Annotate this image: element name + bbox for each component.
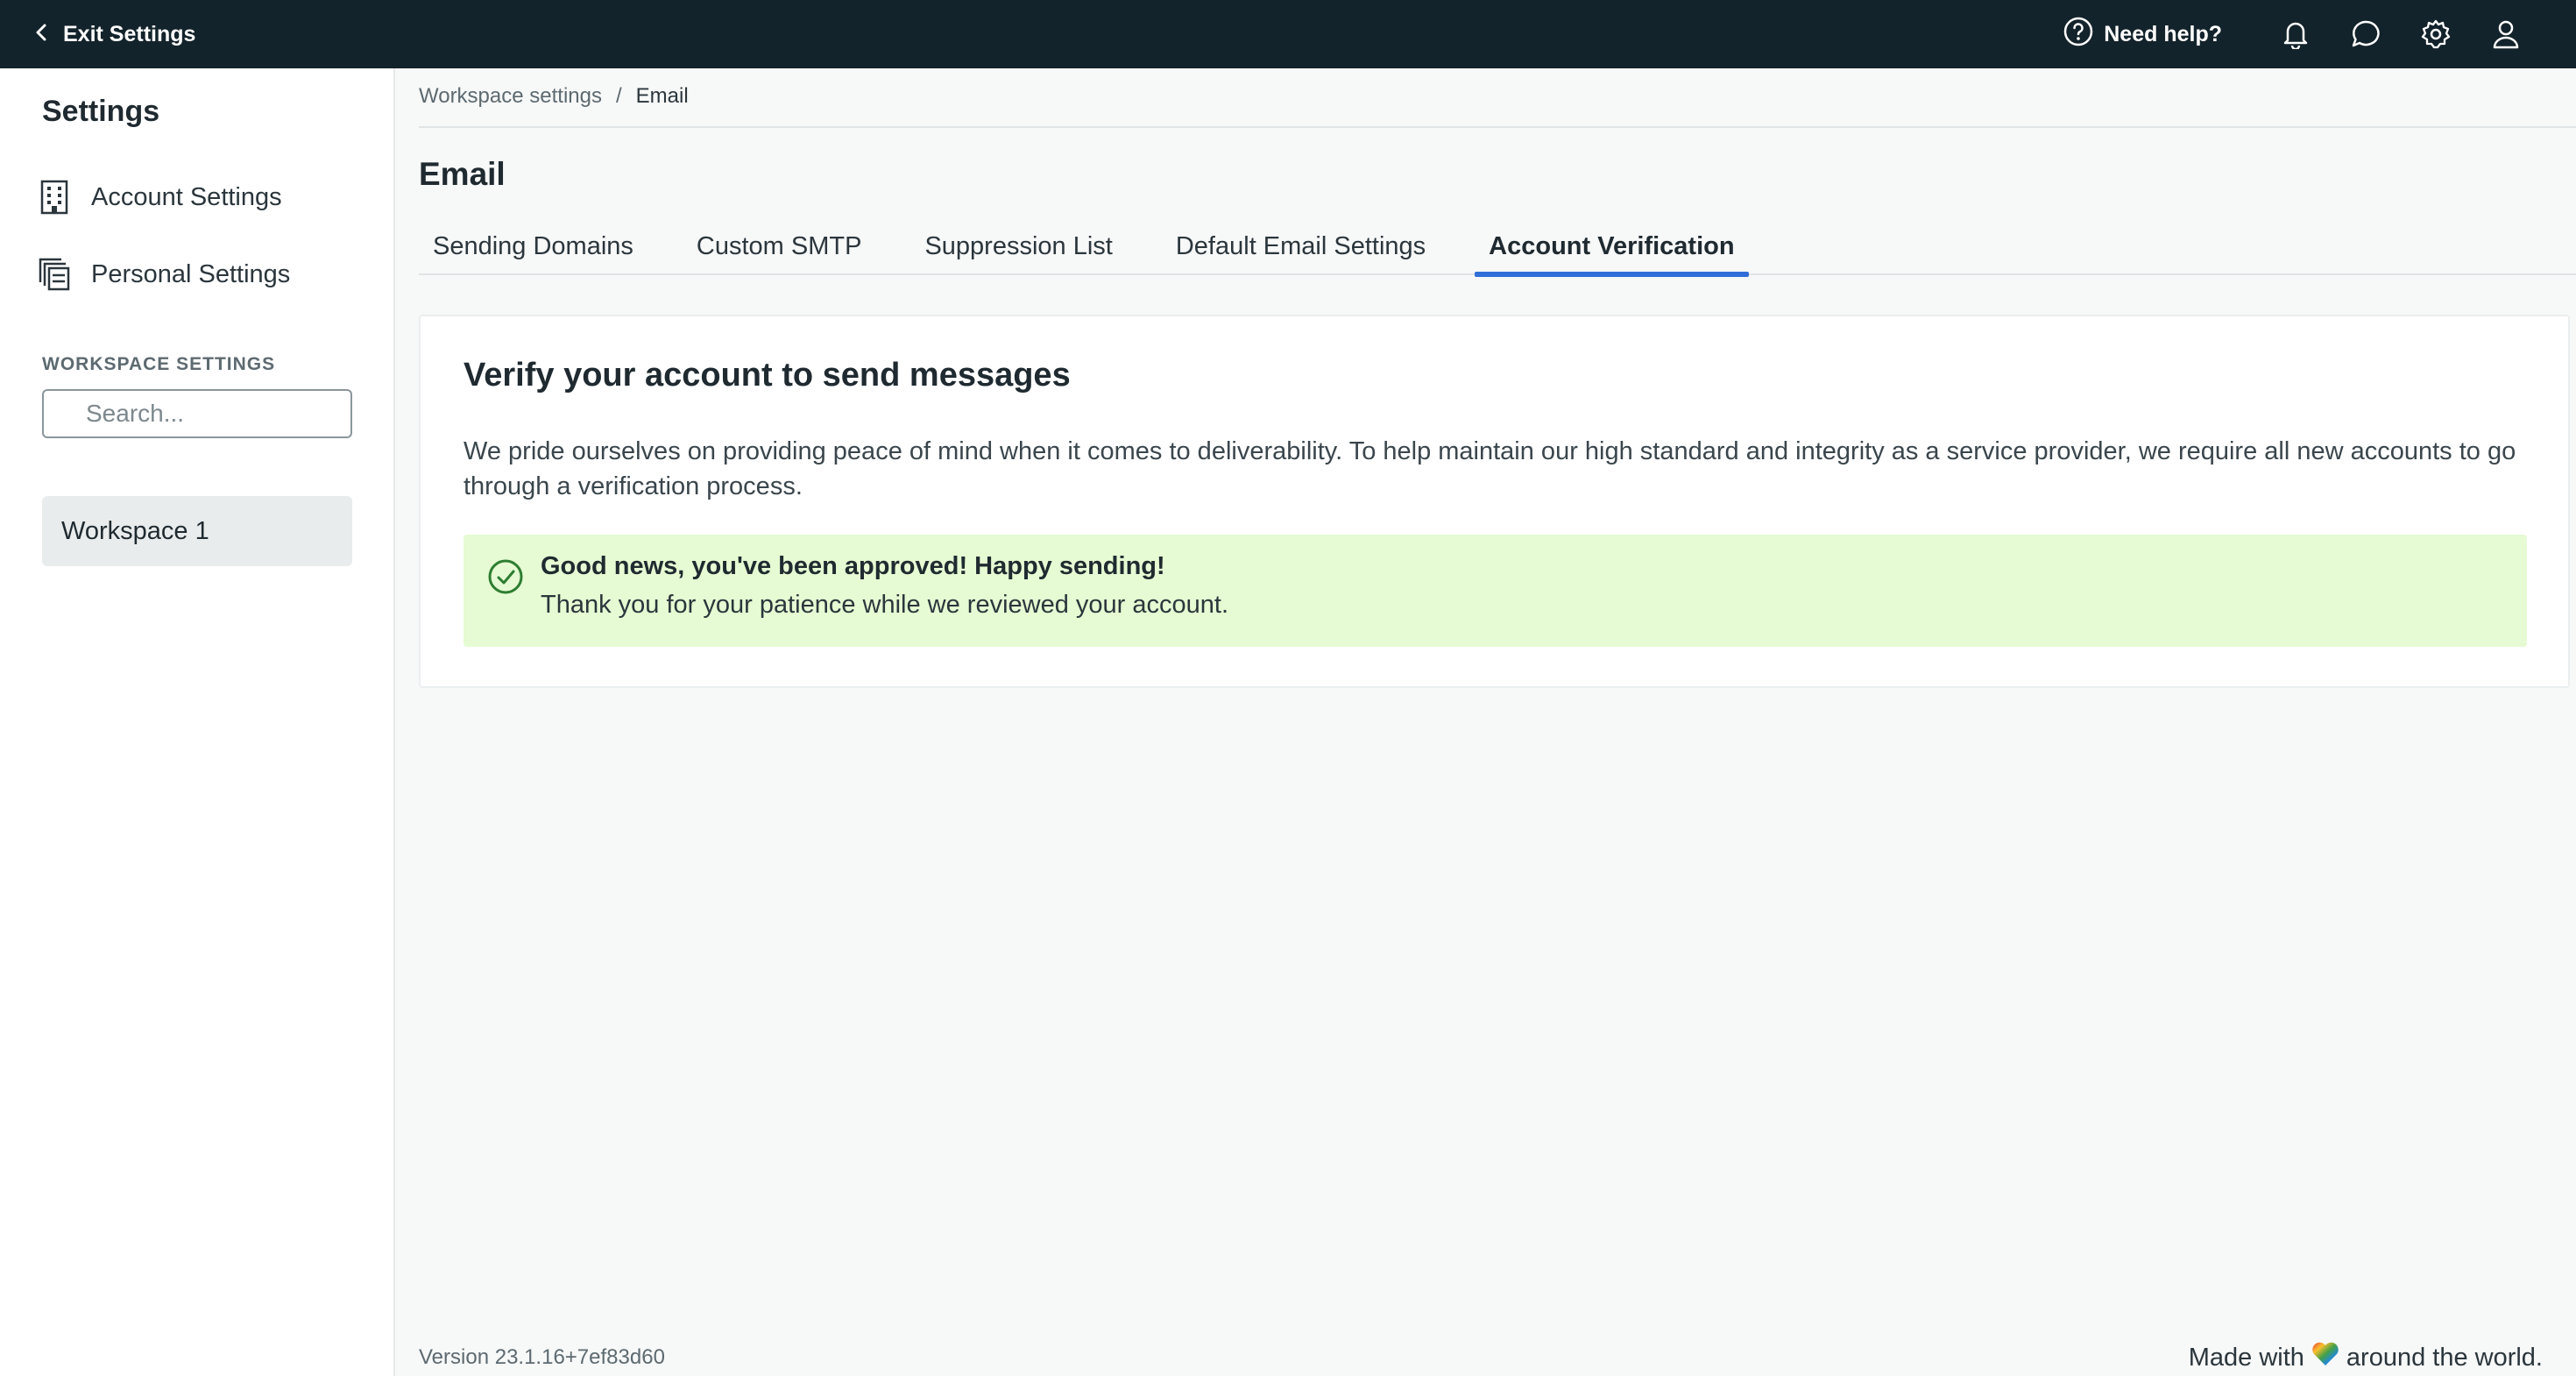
sidebar-title: Settings [42,95,160,128]
tab-account-verification[interactable]: Account Verification [1475,224,1749,277]
sidebar-item-label: Account Settings [91,182,282,211]
breadcrumb-workspace-settings[interactable]: Workspace settings [419,84,602,109]
chat-icon[interactable] [2331,0,2401,68]
bell-icon[interactable] [2261,0,2331,68]
made-with-prefix: Made with [2188,1343,2304,1372]
sidebar-item-workspace-1[interactable]: Workspace 1 [42,496,352,566]
sidebar-item-label: Personal Settings [91,259,291,288]
breadcrumb-separator: / [615,84,622,108]
verification-card: Verify your account to send messages We … [419,315,2570,688]
email-tabs: Sending Domains Custom SMTP Suppression … [419,224,2576,277]
breadcrumb-current: Email [635,84,689,108]
card-title: Verify your account to send messages [464,357,1071,394]
breadcrumb-divider [419,126,2576,128]
alert-text: Thank you for your patience while we rev… [541,591,1229,619]
gear-icon[interactable] [2401,0,2471,68]
workspace-settings-heading: WORKSPACE SETTINGS [42,354,276,374]
success-alert: Good news, you've been approved! Happy s… [464,535,2527,647]
exit-settings-button[interactable]: Exit Settings [35,22,195,47]
main-content: Workspace settings / Email Email Sending… [395,68,2576,1376]
workspace-search-input[interactable] [42,389,352,438]
personal-settings-icon [39,256,70,293]
made-with-text: Made with around the world. [2189,1341,2543,1374]
top-bar: Exit Settings Need help? [0,0,2576,68]
sidebar-item-personal-settings[interactable]: Personal Settings [39,252,290,296]
tab-custom-smtp[interactable]: Custom SMTP [683,224,876,275]
alert-title: Good news, you've been approved! Happy s… [541,552,1165,580]
help-circle-icon [2063,17,2093,53]
version-text: Version 23.1.16+7ef83d60 [419,1345,665,1369]
topbar-actions: Need help? [2063,0,2541,68]
check-circle-icon [486,557,525,596]
exit-settings-label: Exit Settings [63,21,196,46]
building-icon [39,179,70,216]
rainbow-heart-icon [2311,1341,2339,1374]
tab-default-email-settings[interactable]: Default Email Settings [1162,224,1440,275]
user-icon[interactable] [2471,0,2541,68]
need-help-button[interactable]: Need help? [2063,17,2222,53]
workspace-label: Workspace 1 [61,516,209,545]
tab-sending-domains[interactable]: Sending Domains [419,224,648,275]
page-title: Email [419,156,506,192]
chevron-left-icon [35,22,47,47]
card-description: We pride ourselves on providing peace of… [464,437,2516,500]
need-help-label: Need help? [2104,21,2222,46]
tab-suppression-list[interactable]: Suppression List [910,224,1126,275]
made-with-suffix: around the world. [2346,1343,2543,1372]
sidebar-item-account-settings[interactable]: Account Settings [39,175,282,219]
breadcrumb: Workspace settings / Email [419,84,689,109]
sidebar: Settings Account Settings Personal Setti… [0,68,395,1376]
